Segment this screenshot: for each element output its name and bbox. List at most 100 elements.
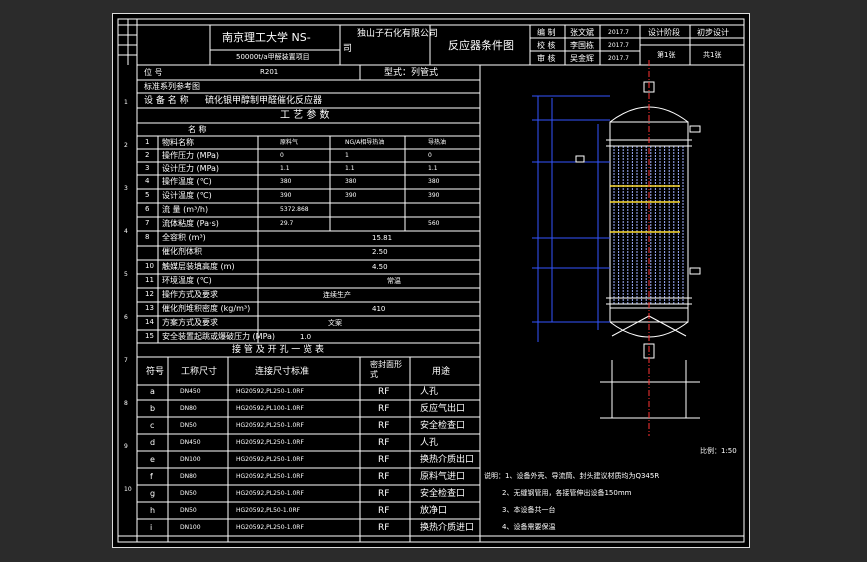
name-header: 名 称	[188, 125, 207, 134]
row-marker-10: 10	[124, 486, 132, 493]
nozzle-size-h: DN50	[180, 507, 197, 514]
param-value-4-2: 380	[428, 178, 440, 185]
cone-right	[648, 315, 687, 337]
param-value-7-0: 29.7	[280, 220, 294, 227]
row-marker-4: 4	[124, 228, 128, 235]
side-nozzle-top	[689, 125, 701, 133]
param-no-3: 3	[145, 164, 150, 172]
col-seal: 密封面形式	[370, 360, 402, 380]
merged-name-5: 催化剂堆积密度 (kg/m³)	[162, 304, 251, 313]
param-name-2: 操作压力 (MPa)	[162, 151, 220, 160]
row-marker-1: 1	[124, 99, 128, 106]
position-label: 位 号	[144, 68, 163, 77]
nozzle-seal-h: RF	[378, 506, 390, 516]
device-value: 硫化银甲醇制甲醛催化反应器	[205, 96, 323, 106]
row-marker-7: 7	[124, 357, 128, 364]
company-name: 独山子石化有限公司	[357, 29, 439, 39]
param-value-4-0: 380	[280, 178, 292, 185]
nozzle-size-b: DN80	[180, 405, 197, 412]
nozzle-mark-f: f	[150, 472, 153, 481]
left-nozzle	[575, 155, 585, 163]
param-value-7-2: 560	[428, 220, 440, 227]
param-value-1-1: NG/A相导热油	[345, 139, 385, 146]
param-value-4-1: 380	[345, 178, 357, 185]
nozzle-size-f: DN80	[180, 473, 197, 480]
nozzle-mark-e: e	[150, 455, 155, 464]
side-nozzle-bottom	[689, 267, 701, 275]
nozzle-seal-f: RF	[378, 472, 390, 482]
note-0: 说明：1、设备外壳、导流筒、封头建议材质均为Q345R	[484, 472, 660, 480]
note-1: 2、无缝钢管用，各接管伸出设备150mm	[502, 489, 632, 497]
nozzle-seal-e: RF	[378, 455, 390, 465]
merged-value-3: 常温	[387, 277, 401, 285]
param-no-4: 4	[145, 177, 150, 185]
nozzle-use-b: 反应气出口	[420, 404, 466, 414]
param-name-4: 操作温度 (℃)	[162, 177, 212, 186]
nozzle-mark-d: d	[150, 438, 156, 447]
param-no-5: 5	[145, 191, 150, 199]
merged-name-7: 安全装置起跳或爆破压力 (MPa)	[162, 332, 276, 341]
role-3: 审 核	[537, 54, 556, 63]
nozzle-standard-a: HG20592,PL250-1.0RF	[236, 388, 304, 395]
param-name-7: 流体粘度 (Pa·s)	[162, 219, 219, 228]
nozzle-standard-b: HG20592,PL100-1.0RF	[236, 405, 304, 412]
nozzle-use-c: 安全检查口	[420, 421, 466, 431]
nozzle-standard-d: HG20592,PL250-1.0RF	[236, 439, 304, 446]
nozzle-mark-b: b	[150, 404, 156, 413]
param-value-2-0: 0	[280, 152, 284, 159]
nozzle-seal-b: RF	[378, 404, 390, 414]
row-marker-6: 6	[124, 314, 128, 321]
merged-name-3: 环境温度 (℃)	[162, 276, 212, 285]
row-marker-8: 8	[124, 400, 128, 407]
merged-no-0: 8	[145, 233, 150, 241]
process-params-title: 工 艺 参 数	[280, 110, 330, 121]
nozzle-use-h: 放净口	[420, 506, 448, 516]
nozzle-use-a: 人孔	[420, 387, 439, 397]
param-value-3-0: 1.1	[280, 165, 290, 172]
merged-no-2: 10	[145, 262, 154, 270]
col-size: 工称尺寸	[181, 367, 218, 377]
nozzle-mark-i: i	[150, 523, 153, 532]
nozzle-use-g: 安全检查口	[420, 489, 466, 499]
sheet-label: 第1张	[657, 51, 676, 59]
param-value-1-0: 原料气	[280, 139, 299, 146]
merged-value-4: 连续生产	[323, 291, 351, 299]
param-value-1-2: 导热油	[428, 139, 447, 146]
school-name: 南京理工大学 NS-	[222, 31, 311, 44]
standard-label: 标准系列参考图	[144, 82, 200, 91]
stage-value: 初步设计	[697, 28, 729, 37]
nozzle-mark-g: g	[150, 489, 156, 498]
merged-value-2: 4.50	[372, 263, 388, 271]
merged-no-6: 14	[145, 318, 154, 326]
param-value-2-1: 1	[345, 152, 349, 159]
stage-label: 设计阶段	[648, 28, 680, 37]
role-1-name: 张文斌	[570, 28, 594, 37]
param-name-3: 设计压力 (MPa)	[162, 164, 220, 173]
nozzle-standard-g: HG20592,PL250-1.0RF	[236, 490, 304, 497]
nozzle-mark-h: h	[150, 506, 156, 515]
nozzle-standard-h: HG20592,PL50-1.0RF	[236, 507, 301, 514]
merged-name-4: 操作方式及要求	[162, 290, 218, 299]
param-value-3-2: 1.1	[428, 165, 438, 172]
merged-value-0: 15.81	[372, 234, 393, 242]
role-1: 编 制	[537, 28, 556, 37]
merged-no-3: 11	[145, 276, 154, 284]
param-name-6: 流 量 (m³/h)	[162, 205, 209, 214]
role-2-name: 李国栋	[570, 41, 594, 50]
nozzle-seal-a: RF	[378, 387, 390, 397]
merged-no-7: 15	[145, 332, 154, 340]
param-value-3-1: 1.1	[345, 165, 355, 172]
merged-name-6: 方案方式及要求	[162, 318, 218, 327]
col-use: 用途	[432, 367, 451, 377]
col-mark: 符号	[146, 367, 165, 377]
nozzle-use-e: 换热介质出口	[420, 455, 475, 465]
param-name-5: 设计温度 (℃)	[162, 191, 212, 200]
param-value-5-0: 390	[280, 192, 292, 199]
merged-name-1: 催化剂体积	[162, 247, 202, 256]
row-marker-3: 3	[124, 185, 128, 192]
position-value: R201	[260, 68, 279, 76]
project-name: 50000t/a甲醛装置项目	[236, 53, 310, 61]
merged-value-1: 2.50	[372, 248, 388, 256]
role-2-date: 2017.7	[608, 42, 629, 49]
param-value-6-0: 5372.868	[280, 206, 309, 213]
